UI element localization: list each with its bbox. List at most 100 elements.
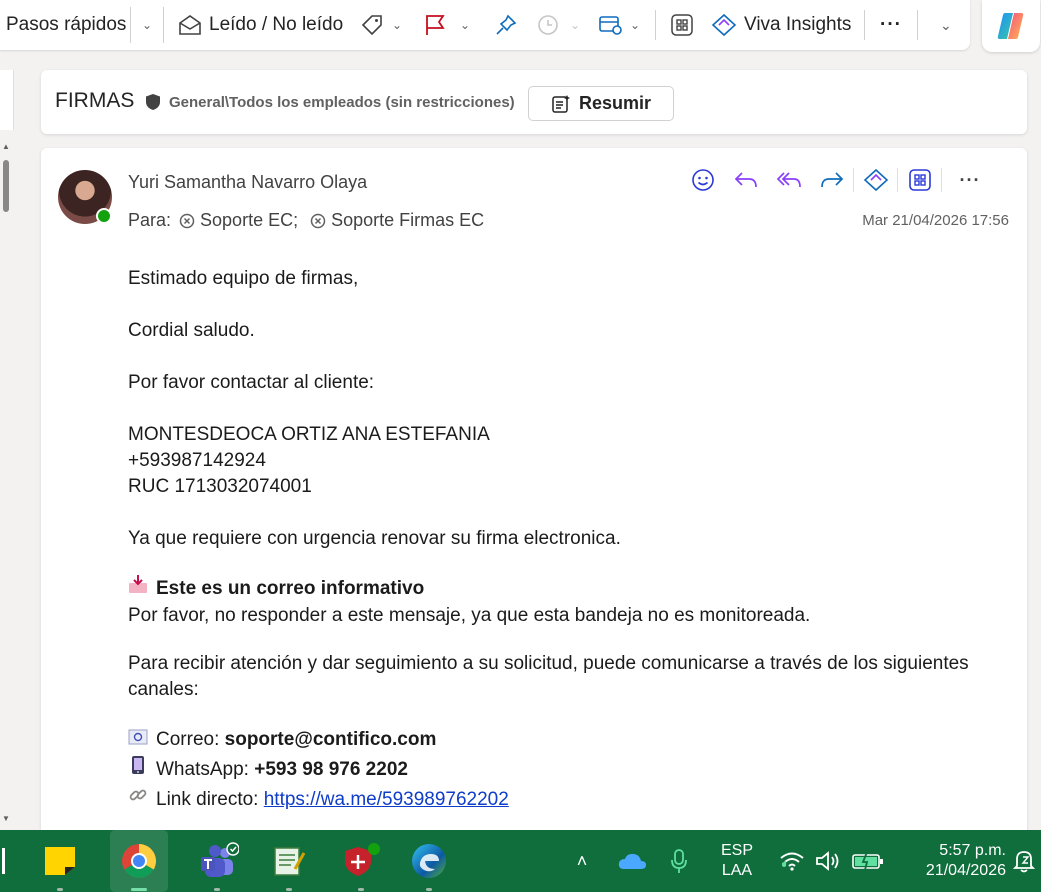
reaction-button[interactable] xyxy=(681,168,724,192)
presence-available-icon xyxy=(96,208,112,224)
more-actions-button[interactable]: ··· xyxy=(942,170,998,191)
smiley-icon xyxy=(691,169,714,191)
copilot-button[interactable] xyxy=(982,0,1040,52)
sensitivity-label[interactable]: General\Todos los empleados (sin restric… xyxy=(169,94,515,111)
battery-charging-icon xyxy=(852,851,883,871)
whatsapp-label: WhatsApp: xyxy=(156,759,249,780)
rules-button[interactable]: ⌄ xyxy=(598,0,640,50)
rules-icon xyxy=(599,16,622,35)
chevron-down-icon: ⌄ xyxy=(141,18,153,32)
viva-insights-message-button[interactable] xyxy=(854,168,897,192)
summarize-label: Resumir xyxy=(578,93,652,113)
client-ruc: RUC 1713032074001 xyxy=(128,476,312,497)
chevron-down-icon: ⌄ xyxy=(630,18,641,32)
viva-insights-icon xyxy=(863,168,888,192)
notification-bell-icon xyxy=(1013,851,1035,873)
categorize-button[interactable]: ⌄ xyxy=(360,0,402,50)
taskbar-teams[interactable] xyxy=(190,830,244,892)
shield-icon xyxy=(146,94,160,110)
reply-button[interactable] xyxy=(724,168,767,192)
chrome-icon xyxy=(122,844,156,878)
whatsapp-link[interactable]: https://wa.me/593989762202 xyxy=(264,789,509,810)
recipients-line: Para: Soporte EC; Soporte Firmas EC xyxy=(128,210,484,231)
taskbar-sticky-notes[interactable] xyxy=(34,830,86,892)
quick-steps-label: Pasos rápidos xyxy=(6,14,127,35)
sticky-notes-icon xyxy=(45,847,75,875)
recipient-chip[interactable]: Soporte Firmas EC xyxy=(310,210,484,231)
message-actions: ··· xyxy=(681,166,998,194)
shield-app-icon xyxy=(345,843,380,876)
sender-name[interactable]: Yuri Samantha Navarro Olaya xyxy=(128,172,367,193)
notifications-button[interactable] xyxy=(1010,830,1038,892)
info-title-line: Este es un correo informativo xyxy=(128,574,988,603)
scrollbar-thumb[interactable] xyxy=(3,160,9,212)
apps-grid-icon xyxy=(908,169,931,191)
volume-tray[interactable] xyxy=(812,830,844,892)
pin-button[interactable] xyxy=(494,0,518,50)
client-phone: +593987142924 xyxy=(128,450,266,471)
clock-tray[interactable]: 5:57 p.m. 21/04/2026 xyxy=(900,830,1006,892)
show-hidden-icons-button[interactable]: ˄ xyxy=(566,830,598,892)
reply-all-icon xyxy=(776,172,801,188)
onedrive-tray[interactable] xyxy=(612,830,652,892)
clock-time: 5:57 p.m. xyxy=(939,842,1006,859)
windows-taskbar: ˄ ESP LAA 5:57 p.m. 21/04/2026 xyxy=(0,830,1041,892)
onedrive-cloud-icon xyxy=(618,853,646,869)
info-title: Este es un correo informativo xyxy=(156,578,425,599)
recipient-chip[interactable]: Soporte EC; xyxy=(179,210,298,231)
salute-text: Cordial saludo. xyxy=(128,320,255,341)
expand-ribbon-button[interactable]: ⌄ xyxy=(940,0,952,50)
chevron-down-icon: ⌄ xyxy=(570,18,581,32)
link-label: Link directo: xyxy=(156,789,259,810)
apps-button[interactable] xyxy=(670,0,694,50)
email-icon xyxy=(128,726,148,755)
taskbar-edge[interactable] xyxy=(402,830,456,892)
sender-avatar[interactable] xyxy=(58,170,112,224)
snooze-button[interactable]: ⌄ xyxy=(536,0,580,50)
flag-button[interactable]: ⌄ xyxy=(424,0,470,50)
copilot-icon xyxy=(997,13,1024,39)
inbox-tray-icon xyxy=(128,574,148,603)
battery-tray[interactable] xyxy=(848,830,888,892)
info-text: Por favor, no responder a este mensaje, … xyxy=(128,605,811,626)
request-text: Por favor contactar al cliente: xyxy=(128,372,375,393)
envelope-open-icon xyxy=(179,15,201,35)
microphone-tray[interactable] xyxy=(664,830,694,892)
more-options-button[interactable]: ··· xyxy=(880,0,902,50)
viva-insights-button[interactable]: Viva Insights xyxy=(711,0,851,50)
viva-insights-icon xyxy=(711,13,737,37)
whatsapp-value: +593 98 976 2202 xyxy=(254,759,408,780)
notepad-icon xyxy=(274,847,306,876)
apps-message-button[interactable] xyxy=(898,168,941,192)
subject-card: FIRMAS General\Todos los empleados (sin … xyxy=(41,70,1027,134)
taskbar-edge xyxy=(0,830,6,892)
link-icon xyxy=(128,785,148,815)
taskbar-vpn-app[interactable] xyxy=(334,830,388,892)
email-channel-line: Correo: soporte@contifico.com xyxy=(128,725,988,755)
apps-grid-icon xyxy=(671,14,693,36)
language-code: ESP xyxy=(720,842,753,859)
speaker-icon xyxy=(816,851,839,871)
message-card: Yuri Samantha Navarro Olaya Para: Soport… xyxy=(41,148,1027,848)
wifi-tray[interactable] xyxy=(776,830,808,892)
recipient-name: Soporte Firmas EC xyxy=(331,210,485,230)
taskbar-notepad[interactable] xyxy=(262,830,316,892)
blocked-contact-icon xyxy=(310,213,326,228)
language-switcher[interactable]: ESP LAA xyxy=(712,830,762,892)
scroll-up-icon[interactable]: ▲ xyxy=(2,142,10,151)
reading-pane-scrollbar[interactable] xyxy=(0,140,13,830)
quick-steps-dropdown[interactable]: ⌄ xyxy=(130,7,164,43)
summarize-button[interactable]: Resumir xyxy=(528,86,674,121)
microphone-icon xyxy=(671,849,687,873)
quick-steps-button[interactable]: Pasos rápidos xyxy=(6,0,126,50)
edge-icon xyxy=(412,844,446,878)
scroll-down-icon[interactable]: ▼ xyxy=(2,814,10,823)
read-unread-button[interactable]: Leído / No leído xyxy=(178,0,343,50)
taskbar-chrome[interactable] xyxy=(110,830,168,892)
reply-all-button[interactable] xyxy=(767,168,810,192)
viva-insights-label: Viva Insights xyxy=(744,14,852,35)
forward-button[interactable] xyxy=(810,168,853,192)
flag-icon xyxy=(426,15,445,35)
message-body: Estimado equipo de firmas, Cordial salud… xyxy=(128,266,988,815)
blocked-contact-icon xyxy=(179,213,195,228)
